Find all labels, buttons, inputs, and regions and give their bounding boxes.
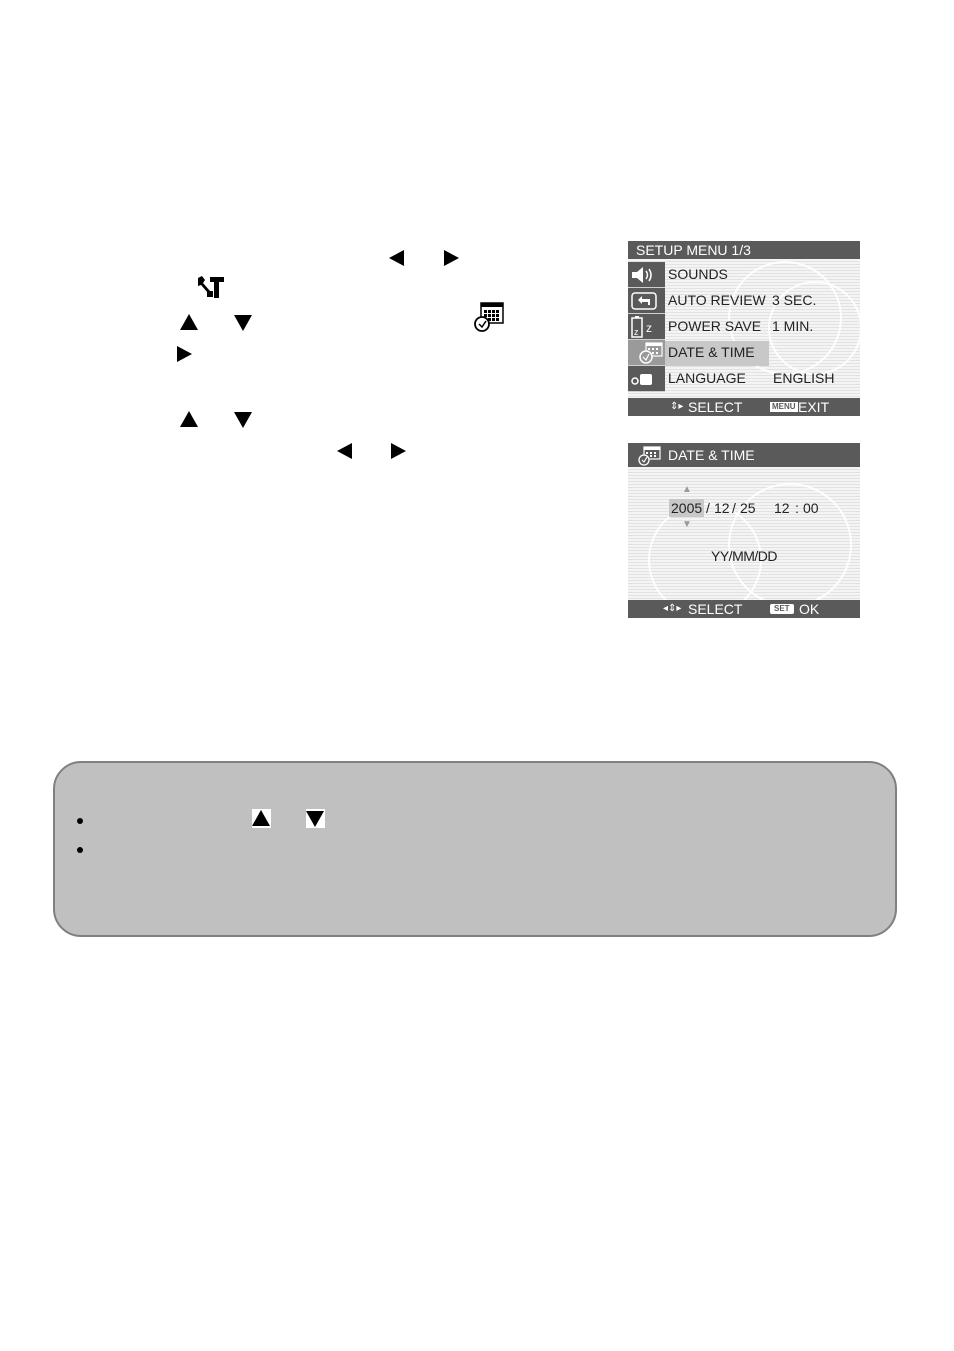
menu-item-power-save[interactable]: zz POWER SAVE 1 MIN. — [628, 314, 860, 340]
set-key-badge: SET — [770, 604, 794, 614]
bullet — [77, 847, 83, 853]
menu-item-label: AUTO REVIEW — [668, 292, 766, 308]
right-arrow-icon — [391, 443, 406, 459]
setup-menu-title: SETUP MENU 1/3 — [628, 241, 860, 259]
menu-item-sounds[interactable]: SOUNDS — [628, 262, 860, 288]
review-arrow-icon — [631, 292, 657, 310]
menu-item-label: LANGUAGE — [668, 370, 746, 386]
language-icon — [631, 374, 652, 385]
up-arrow-icon — [180, 314, 198, 330]
date-separator: / — [706, 500, 710, 516]
menu-item-label: POWER SAVE — [668, 318, 762, 334]
select-hint: SELECT — [688, 399, 743, 415]
bullet — [77, 818, 83, 824]
date-separator: / — [732, 500, 736, 516]
calendar-clock-icon — [639, 342, 663, 364]
date-time-title-text: DATE & TIME — [668, 447, 755, 463]
date-time-screen: DATE & TIME ▲ 2005 / 12 / 25 12 : 00 ▼ Y… — [628, 443, 860, 618]
setup-menu-footer: ⇕▸ SELECT MENU EXIT — [628, 398, 860, 416]
setup-wrench-hammer-icon — [198, 276, 224, 298]
menu-item-label: SOUNDS — [668, 266, 728, 282]
exit-hint: EXIT — [798, 399, 830, 415]
speaker-icon — [632, 267, 652, 283]
setup-menu-screen: SETUP MENU 1/3 SOUNDS AUTO REVIEW 3 SEC.… — [628, 241, 860, 416]
battery-sleep-icon: zz — [631, 316, 652, 338]
up-arrow-icon — [180, 411, 198, 427]
note-callout-box — [53, 761, 897, 937]
ok-hint: OK — [799, 601, 820, 617]
increment-arrow-icon[interactable]: ▲ — [682, 484, 692, 495]
svg-text:z: z — [646, 321, 652, 335]
menu-key-badge: MENU — [770, 402, 798, 412]
down-arrow-icon — [234, 315, 252, 331]
menu-item-value: 3 SEC. — [772, 292, 817, 308]
hour-field[interactable]: 12 — [774, 500, 790, 516]
up-down-arrow-icon: ⇕▸ — [670, 401, 684, 412]
menu-item-label: DATE & TIME — [668, 344, 755, 360]
date-time-calendar-clock-icon — [474, 302, 504, 332]
svg-text:z: z — [634, 327, 639, 337]
up-arrow-key-icon — [252, 809, 271, 828]
right-arrow-icon — [444, 250, 459, 266]
menu-item-date-time[interactable]: DATE & TIME — [628, 340, 860, 366]
date-time-footer: ◂⇕▸ SELECT SET OK — [628, 600, 860, 618]
select-hint: SELECT — [688, 601, 743, 617]
menu-item-value: 1 MIN. — [772, 318, 814, 334]
menu-item-value: ENGLISH — [773, 370, 835, 386]
date-format-label[interactable]: YY/MM/DD — [711, 548, 778, 564]
decrement-arrow-icon[interactable]: ▼ — [682, 519, 692, 530]
right-arrow-icon — [177, 346, 192, 362]
time-colon: : — [795, 500, 799, 516]
date-time-title: DATE & TIME — [628, 443, 860, 467]
left-arrow-icon — [389, 250, 404, 266]
left-arrow-icon — [337, 443, 352, 459]
day-field[interactable]: 25 — [740, 500, 756, 516]
month-field[interactable]: 12 — [714, 500, 730, 516]
four-way-arrow-icon: ◂⇕▸ — [663, 603, 682, 614]
calendar-clock-icon — [638, 446, 661, 466]
down-arrow-icon — [234, 412, 252, 428]
year-field[interactable]: 2005 — [669, 499, 705, 517]
minute-field[interactable]: 00 — [803, 500, 819, 516]
down-arrow-key-icon — [306, 809, 325, 828]
menu-item-auto-review[interactable]: AUTO REVIEW 3 SEC. — [628, 288, 860, 314]
setup-menu-title-text: SETUP MENU 1/3 — [636, 242, 751, 258]
menu-item-language[interactable]: LANGUAGE ENGLISH — [628, 366, 860, 392]
